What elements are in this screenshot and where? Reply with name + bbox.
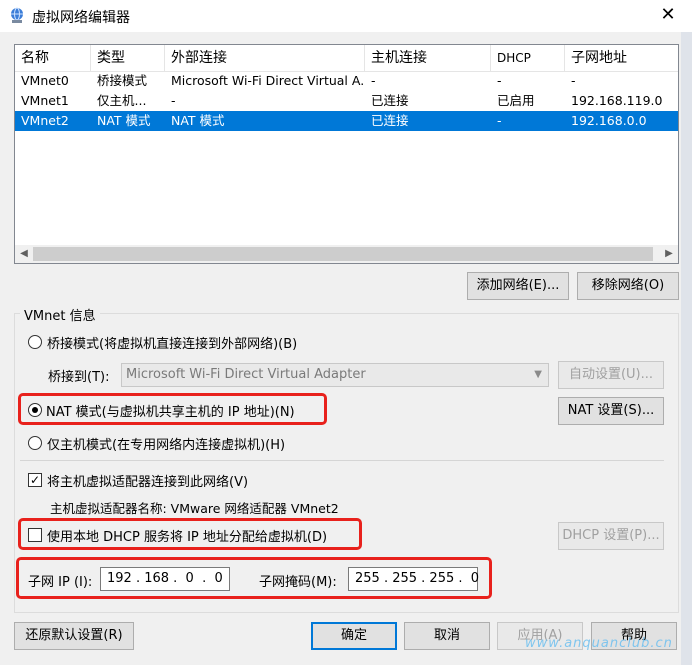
subnet-ip-label: 子网 IP (I): bbox=[28, 575, 93, 590]
bridged-label[interactable]: 桥接模式(将虚拟机直接连接到外部网络)(B) bbox=[47, 333, 297, 352]
watermark: www.anquanclub.cn bbox=[525, 636, 673, 651]
scroll-right-icon[interactable]: ▶ bbox=[660, 245, 678, 263]
hostonly-radio[interactable] bbox=[28, 436, 42, 450]
table-row[interactable]: VMnet0 桥接模式 Microsoft Wi-Fi Direct Virtu… bbox=[15, 71, 678, 91]
connect-adapter-checkbox[interactable]: ✓ bbox=[28, 473, 42, 487]
cell-subnet: 192.168.0.0 bbox=[571, 113, 647, 128]
chevron-down-icon: ▼ bbox=[534, 369, 542, 380]
connect-adapter-label[interactable]: 将主机虚拟适配器连接到此网络(V) bbox=[47, 471, 248, 490]
column-header-host[interactable]: 主机连接 bbox=[365, 45, 491, 71]
network-globe-icon bbox=[8, 6, 26, 24]
scroll-left-icon[interactable]: ◀ bbox=[15, 245, 33, 263]
cell-external: Microsoft Wi-Fi Direct Virtual A... bbox=[171, 73, 365, 88]
column-header-type[interactable]: 类型 bbox=[91, 45, 165, 71]
cell-dhcp: - bbox=[497, 73, 502, 88]
group-title: VMnet 信息 bbox=[20, 305, 100, 324]
cell-external: - bbox=[171, 93, 176, 108]
close-icon[interactable]: ✕ bbox=[656, 4, 680, 28]
subnet-mask-field[interactable]: 255 . 255 . 255 . 0 bbox=[348, 567, 479, 591]
hostonly-label[interactable]: 仅主机模式(在专用网络内连接虚拟机)(H) bbox=[47, 434, 285, 453]
bridged-to-select[interactable]: Microsoft Wi-Fi Direct Virtual Adapter ▼ bbox=[121, 363, 549, 387]
restore-defaults-button[interactable]: 还原默认设置(R) bbox=[14, 622, 134, 650]
adapter-name-label: 主机虚拟适配器名称: VMware 网络适配器 VMnet2 bbox=[50, 501, 339, 516]
bridged-radio[interactable] bbox=[28, 335, 42, 349]
dhcp-settings-button[interactable]: DHCP 设置(P)... bbox=[558, 522, 664, 550]
scrollbar-thumb[interactable] bbox=[33, 247, 653, 261]
window-title: 虚拟网络编辑器 bbox=[32, 10, 130, 26]
cell-dhcp: 已启用 bbox=[497, 93, 535, 108]
use-dhcp-label[interactable]: 使用本地 DHCP 服务将 IP 地址分配给虚拟机(D) bbox=[47, 526, 327, 545]
horizontal-scrollbar[interactable]: ◀ ▶ bbox=[15, 245, 678, 263]
auto-settings-button[interactable]: 自动设置(U)... bbox=[558, 361, 664, 389]
cancel-button[interactable]: 取消 bbox=[404, 622, 490, 650]
ok-button[interactable]: 确定 bbox=[311, 622, 397, 650]
cell-dhcp: - bbox=[497, 113, 502, 128]
cell-type: 仅主机... bbox=[97, 93, 147, 108]
column-header-name[interactable]: 名称 bbox=[15, 45, 91, 71]
divider bbox=[20, 460, 664, 461]
remove-network-button[interactable]: 移除网络(O) bbox=[577, 272, 679, 300]
subnet-ip-field[interactable]: 192 . 168 . 0 . 0 bbox=[100, 567, 230, 591]
nat-settings-button[interactable]: NAT 设置(S)... bbox=[558, 397, 664, 425]
subnet-mask-label: 子网掩码(M): bbox=[259, 575, 337, 590]
bridged-to-label: 桥接到(T): bbox=[48, 370, 110, 385]
column-header-external[interactable]: 外部连接 bbox=[165, 45, 365, 71]
nat-label[interactable]: NAT 模式(与虚拟机共享主机的 IP 地址)(N) bbox=[46, 401, 295, 420]
cell-subnet: - bbox=[571, 73, 576, 88]
nat-radio[interactable] bbox=[28, 403, 42, 417]
cell-host: 已连接 bbox=[371, 113, 409, 128]
cell-host: 已连接 bbox=[371, 93, 409, 108]
bridged-to-value: Microsoft Wi-Fi Direct Virtual Adapter bbox=[126, 367, 366, 382]
table-row[interactable]: VMnet1 仅主机... - 已连接 已启用 192.168.119.0 bbox=[15, 91, 678, 111]
cell-name: VMnet0 bbox=[21, 73, 69, 88]
table-row-selected[interactable]: VMnet2 NAT 模式 NAT 模式 已连接 - 192.168.0.0 bbox=[15, 111, 678, 131]
background-window-strip bbox=[681, 32, 692, 665]
network-list[interactable]: 名称 类型 外部连接 主机连接 DHCP 子网地址 VMnet0 桥接模式 Mi… bbox=[14, 44, 679, 264]
column-header-dhcp[interactable]: DHCP bbox=[491, 45, 565, 71]
use-dhcp-checkbox[interactable] bbox=[28, 528, 42, 542]
cell-name: VMnet1 bbox=[21, 93, 69, 108]
title-bar: 虚拟网络编辑器 ✕ bbox=[0, 0, 692, 32]
cell-name: VMnet2 bbox=[21, 113, 69, 128]
column-header-subnet[interactable]: 子网地址 bbox=[565, 45, 678, 71]
cell-type: NAT 模式 bbox=[97, 113, 151, 128]
cell-host: - bbox=[371, 73, 376, 88]
cell-external: NAT 模式 bbox=[171, 113, 225, 128]
cell-subnet: 192.168.119.0 bbox=[571, 93, 663, 108]
list-header: 名称 类型 外部连接 主机连接 DHCP 子网地址 bbox=[15, 45, 678, 72]
cell-type: 桥接模式 bbox=[97, 73, 148, 88]
add-network-button[interactable]: 添加网络(E)... bbox=[467, 272, 569, 300]
